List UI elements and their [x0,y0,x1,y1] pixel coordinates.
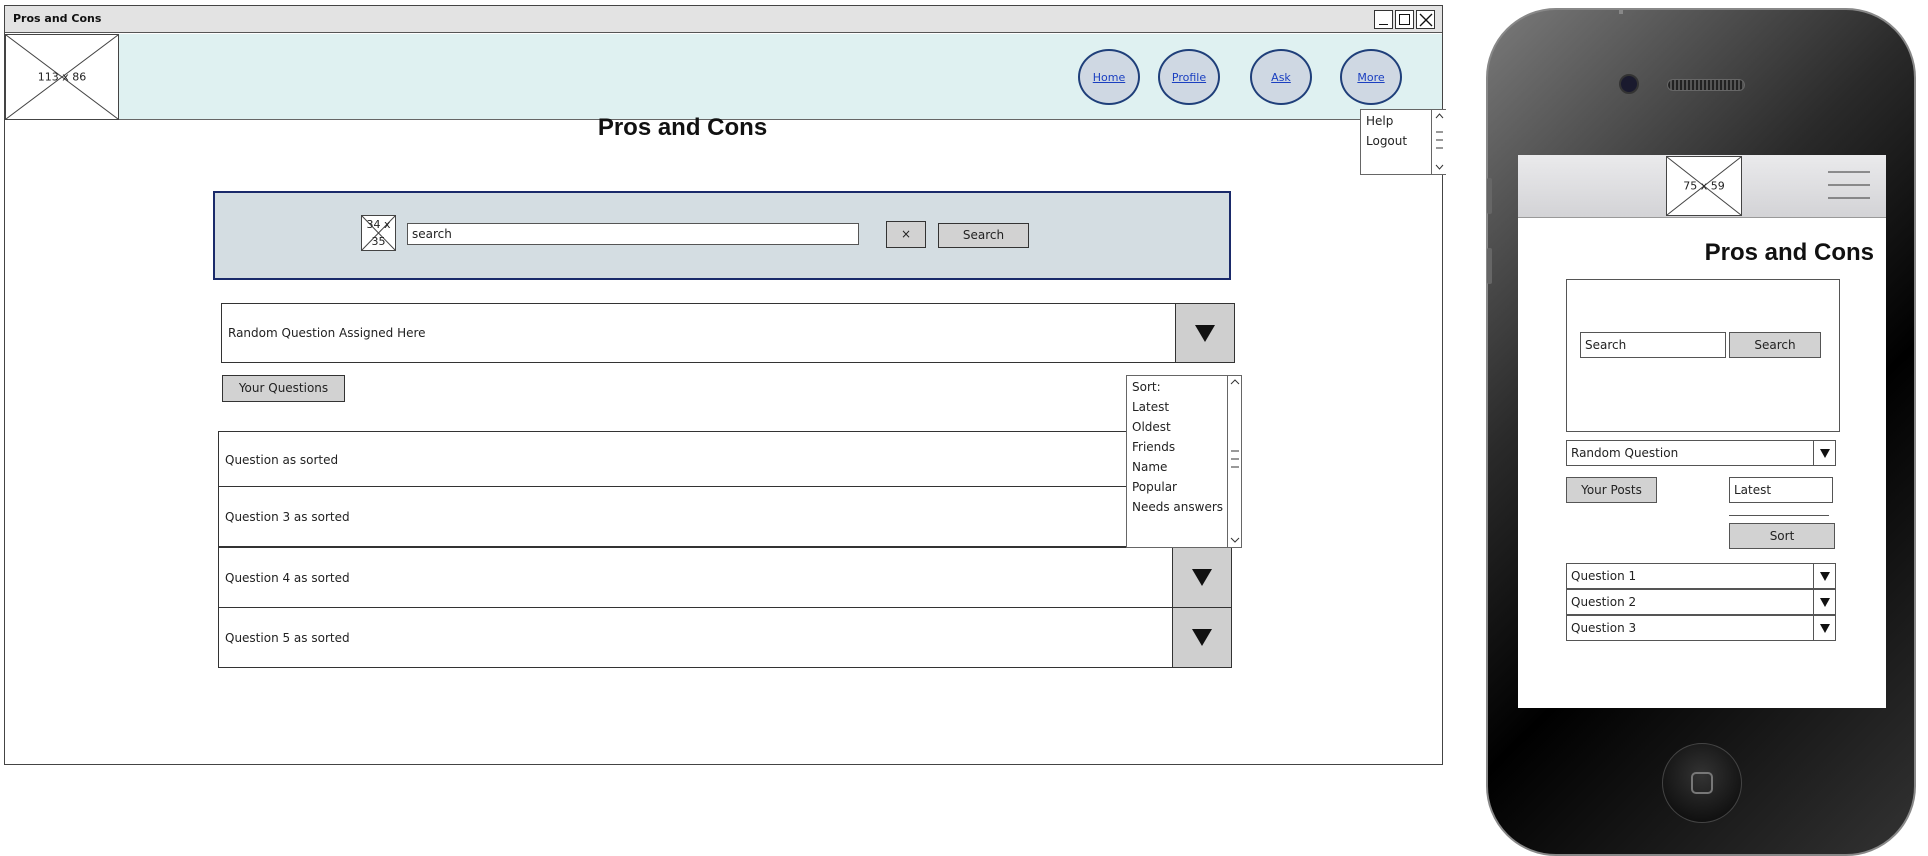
chevron-down-icon [1820,598,1830,607]
mobile-random-question-label: Random Question [1571,446,1679,460]
placeholder-label-top: 34 x [366,218,391,231]
question-label: Question 3 as sorted [225,509,350,524]
sort-list: Sort: Latest Oldest Friends Name Popular… [1126,375,1242,548]
nav-more-link[interactable]: More [1357,71,1384,84]
nav-more[interactable]: More [1340,49,1402,105]
your-questions-button[interactable]: Your Questions [222,375,345,402]
sort-list-scrollbar[interactable] [1227,376,1241,547]
minimize-button[interactable] [1374,10,1393,29]
search-button[interactable]: Search [938,223,1029,248]
sort-heading: Sort: [1132,380,1161,394]
placeholder-label-bottom: 35 [371,235,386,248]
mobile-question-toggle[interactable] [1813,590,1835,614]
mobile-question-toggle[interactable] [1813,616,1835,640]
menu-item-help[interactable]: Help [1366,114,1393,128]
hamburger-menu-icon[interactable] [1828,169,1870,205]
mobile-random-question-dropdown[interactable]: Random Question [1566,440,1836,466]
chevron-down-icon [1820,449,1830,458]
mobile-question-row[interactable]: Question 1 [1566,563,1836,589]
clear-search-button[interactable]: × [886,221,926,248]
sort-option-oldest[interactable]: Oldest [1132,417,1171,437]
phone-volume-up [1487,178,1492,214]
mobile-logo-label: 75 x 59 [1683,179,1725,193]
mobile-search-panel: Search Search [1566,279,1840,432]
chevron-down-icon [1195,325,1215,342]
home-square-icon [1691,772,1713,794]
page-title: Pros and Cons [597,114,768,141]
logo-placeholder-label: 113 x 86 [37,70,87,84]
random-question-dropdown[interactable]: Random Question Assigned Here [221,303,1235,363]
mobile-question-label: Question 1 [1571,569,1637,583]
random-question-toggle[interactable] [1175,304,1234,362]
phone-button-top [1619,8,1623,14]
question-label: Question as sorted [225,452,339,467]
chevron-down-icon [1192,629,1212,646]
minimize-icon [1379,24,1388,25]
chevron-down-icon [1820,572,1830,581]
chevron-down-icon [1820,624,1830,633]
question-label: Question 4 as sorted [225,570,350,585]
more-menu-scrollbar[interactable] [1431,110,1446,174]
title-bar: Pros and Cons [5,6,1442,33]
question-expand-toggle[interactable] [1172,608,1231,667]
nav-home-link[interactable]: Home [1093,71,1125,84]
menu-item-logout[interactable]: Logout [1366,134,1407,148]
mobile-sort-button[interactable]: Sort [1729,523,1835,549]
nav-home[interactable]: Home [1078,49,1140,105]
front-camera-icon [1619,74,1639,94]
chevron-down-icon [1192,569,1212,586]
mobile-sort-select[interactable]: Latest [1729,477,1833,503]
divider [1729,515,1829,516]
maximize-icon [1399,14,1410,25]
question-row[interactable]: Question as sorted [218,431,1235,487]
random-question-label: Random Question Assigned Here [228,326,426,340]
question-row[interactable]: Question 4 as sorted [218,547,1232,608]
sort-option-latest[interactable]: Latest [1132,397,1169,417]
mobile-header: 75 x 59 [1518,155,1886,218]
home-button[interactable] [1662,743,1742,823]
mobile-question-label: Question 2 [1571,595,1637,609]
maximize-button[interactable] [1395,10,1414,29]
scrollbar-arrows-icon [1435,113,1444,170]
site-header: 113 x 86 Home Profile Ask More [5,34,1442,120]
mobile-logo-placeholder: 75 x 59 [1666,156,1742,216]
mobile-page-title: Pros and Cons [1704,239,1874,266]
speaker-grille-icon [1667,79,1745,91]
mobile-question-toggle[interactable] [1813,564,1835,588]
mobile-question-label: Question 3 [1571,621,1637,635]
question-row[interactable]: Question 5 as sorted [218,607,1232,668]
desktop-window: Pros and Cons 113 x 86 Home Profile Ask … [4,5,1446,765]
logo-placeholder: 113 x 86 [5,34,119,120]
mobile-question-row[interactable]: Question 3 [1566,615,1836,641]
close-button[interactable] [1416,10,1435,29]
nav-ask-link[interactable]: Ask [1271,71,1291,84]
search-image-placeholder: 34 x 35 [361,215,396,251]
nav-profile[interactable]: Profile [1158,49,1220,105]
mobile-question-row[interactable]: Question 2 [1566,589,1836,615]
search-panel: 34 x 35 search × Search [213,191,1231,280]
sort-option-friends[interactable]: Friends [1132,437,1175,457]
mobile-your-posts-button[interactable]: Your Posts [1566,477,1657,503]
nav-profile-link[interactable]: Profile [1172,71,1206,84]
question-expand-toggle[interactable] [1172,548,1231,607]
phone-screen: 75 x 59 Pros and Cons Search Search Rand… [1518,155,1886,708]
search-input[interactable]: search [407,223,859,245]
mobile-random-question-toggle[interactable] [1813,441,1835,465]
mobile-search-input[interactable]: Search [1580,332,1726,358]
more-dropdown-menu: Help Logout [1360,109,1446,175]
question-row[interactable]: Question 3 as sorted [218,486,1235,547]
close-icon [1419,13,1433,27]
nav-ask[interactable]: Ask [1250,49,1312,105]
phone-volume-down [1487,248,1492,284]
sort-option-name[interactable]: Name [1132,457,1167,477]
mobile-search-button[interactable]: Search [1729,332,1821,358]
sort-option-popular[interactable]: Popular [1132,477,1177,497]
scrollbar-arrows-icon [1230,379,1240,543]
question-label: Question 5 as sorted [225,630,350,645]
sort-option-needs-answers[interactable]: Needs answers [1132,497,1223,517]
window-title: Pros and Cons [13,12,102,25]
